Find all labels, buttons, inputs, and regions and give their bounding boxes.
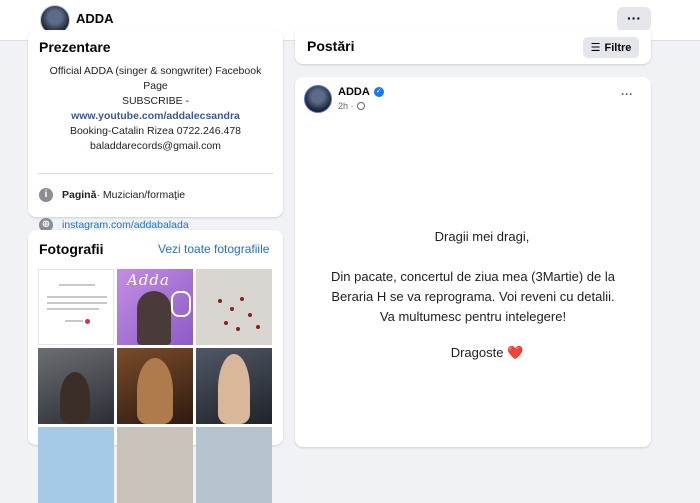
post-body-line: Beraria H se va reprograma. Voi reveni c… [331, 289, 615, 304]
text-preview-line [59, 284, 95, 286]
text-preview-line [47, 302, 107, 304]
subscribe-line: SUBSCRIBE - www.youtube.com/addalecsandr… [38, 94, 273, 124]
photo-thumbnail[interactable] [38, 348, 114, 424]
photo-subject [137, 358, 173, 424]
heart-emoji-icon: ❤️ [507, 345, 524, 360]
photo-thumbnail[interactable] [38, 269, 114, 345]
category-value: · Muzician/formaţie [96, 189, 186, 201]
post-time[interactable]: 2h · [338, 101, 354, 111]
intro-title: Prezentare [39, 39, 111, 55]
text-preview-line [47, 296, 107, 298]
bio-line: Page [143, 80, 168, 92]
post-body-line: Din pacate, concertul de ziua mea (3Mart… [331, 269, 615, 284]
photo-thumbnail[interactable] [117, 348, 193, 424]
text-preview-line [65, 320, 83, 322]
divider [38, 173, 273, 174]
post-meta: 2h · [338, 101, 365, 111]
email-line: baladdarecords@gmail.com [90, 140, 221, 152]
poster-title: Adda [127, 271, 170, 289]
filter-button[interactable]: ☰ Filtre [583, 37, 639, 58]
petal [230, 307, 234, 311]
photo-thumbnail[interactable] [196, 348, 272, 424]
photo-thumbnail[interactable] [38, 427, 114, 503]
petal [236, 327, 240, 331]
petal [224, 321, 228, 325]
youtube-link[interactable]: www.youtube.com/addalecsandra [71, 110, 240, 122]
post-body-line: Va multumesc pentru intelegere! [379, 309, 567, 324]
intro-bio: Official ADDA (singer & songwriter) Face… [38, 64, 273, 154]
photo-thumbnail[interactable] [117, 427, 193, 503]
photo-thumbnail[interactable] [196, 269, 272, 345]
posts-title: Postări [307, 38, 355, 54]
poster-portrait [137, 291, 171, 345]
intro-card: Prezentare Official ADDA (singer & songw… [28, 30, 283, 232]
category-label: Pagină [62, 189, 97, 201]
poster-badge [171, 291, 191, 317]
subscribe-prefix: SUBSCRIBE - [121, 95, 190, 107]
author-avatar[interactable] [304, 85, 332, 113]
info-icon: i [39, 188, 53, 202]
photo-thumbnail[interactable] [196, 427, 272, 503]
globe-icon [356, 102, 365, 110]
sliders-icon: ☰ [590, 42, 601, 54]
photo-subject [60, 372, 90, 424]
bio-line: Official ADDA (singer & songwriter) Face… [49, 65, 262, 77]
text-preview-line [47, 308, 99, 310]
filter-label: Filtre [604, 41, 632, 54]
signoff-text: Dragoste [450, 345, 504, 360]
more-options-button[interactable]: ··· [617, 7, 651, 31]
post-body: Din pacate, concertul de ziua mea (3Mart… [295, 267, 651, 327]
posts-header: Postări ☰ Filtre [295, 30, 651, 64]
see-all-photos-link[interactable]: Vezi toate fotografiile [158, 242, 269, 256]
photo-thumbnail[interactable]: Adda [117, 269, 193, 345]
author-name: ADDA ✓ [338, 86, 384, 98]
verified-badge-icon: ✓ [373, 87, 384, 97]
post-signoff: Dragoste ❤️ [295, 345, 651, 361]
post-options-button[interactable]: ··· [621, 87, 633, 101]
page-name[interactable]: ADDA [76, 11, 114, 26]
petal [248, 313, 252, 317]
author-name-text[interactable]: ADDA [338, 86, 370, 98]
post-card: ADDA ✓ 2h · ··· Dragii mei dragi, Din pa… [295, 77, 651, 447]
photos-title: Fotografii [39, 241, 104, 257]
petal [218, 299, 222, 303]
photos-card: Fotografii Vezi toate fotografiile Adda [28, 230, 283, 503]
petal [240, 297, 244, 301]
photo-subject [218, 354, 250, 424]
petal [256, 325, 260, 329]
heart-icon [85, 319, 90, 324]
category-row: i Pagină · Muzician/formaţie [39, 188, 185, 202]
post-greeting: Dragii mei dragi, [434, 229, 530, 244]
booking-line: Booking-Catalin Rizea 0722.246.478 [69, 125, 242, 137]
